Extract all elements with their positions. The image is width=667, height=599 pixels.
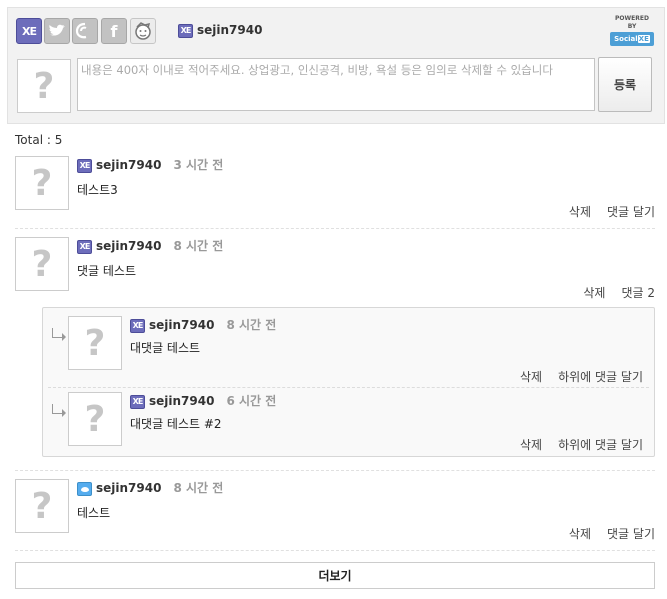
default-avatar-question-icon: ? (31, 162, 53, 204)
comment-time: 8 시간 전 (173, 239, 224, 253)
xe-login-icon[interactable]: XE (16, 18, 42, 44)
comment-item: ? sejin7940 8 시간 전 테스트 삭제 댓글 달기 (15, 479, 655, 551)
replies-container: ? XE sejin7940 8 시간 전 대댓글 테스트 삭제 하위에 댓글 달기 … (42, 307, 655, 457)
comment-actions: 삭제 댓글 달기 (553, 525, 655, 542)
reply-body: 대댓글 테스트 (130, 341, 201, 355)
xe-service-icon: XE (77, 158, 92, 173)
avatar: ? (68, 316, 122, 370)
comment-total-count: Total : 5 (15, 133, 63, 147)
twitter-bird-icon (49, 24, 65, 36)
comment-actions: 삭제 댓글 2 (567, 284, 655, 301)
facebook-login-icon[interactable]: f (101, 18, 127, 44)
twitter-login-icon[interactable] (44, 18, 70, 44)
default-avatar-question-icon: ? (31, 485, 53, 527)
comment-header: XE sejin7940 3 시간 전 (77, 156, 223, 173)
reply-header: XE sejin7940 8 시간 전 (130, 316, 276, 333)
comment-time: 8 시간 전 (173, 481, 224, 495)
comment-composer-panel: XE f XE sejin7940 POWERED BY SocialXE ? 등… (7, 7, 665, 124)
yozm-login-icon[interactable] (130, 18, 156, 44)
powered-by-label: POWERED BY (615, 15, 649, 30)
reply-item: ? XE sejin7940 6 시간 전 대댓글 테스트 #2 삭제 하위에 댓글 … (48, 392, 649, 452)
load-more-button[interactable]: 더보기 (15, 562, 655, 589)
reply-body: 대댓글 테스트 #2 (130, 417, 222, 431)
comment-item: ? XE sejin7940 3 시간 전 테스트3 삭제 댓글 달기 (15, 156, 655, 229)
reply-arrow-icon (52, 328, 66, 341)
powered-by-social-xe[interactable]: POWERED BY SocialXE (610, 15, 654, 46)
reply-comment-link[interactable]: 댓글 달기 (607, 205, 655, 219)
default-avatar-question-icon: ? (31, 243, 53, 285)
current-user-name: sejin7940 (197, 23, 263, 37)
comment-body: 테스트3 (77, 183, 118, 197)
default-avatar-question-icon: ? (33, 65, 55, 107)
sub-reply-link[interactable]: 하위에 댓글 달기 (558, 370, 643, 384)
delete-reply-link[interactable]: 삭제 (520, 438, 542, 452)
delete-reply-link[interactable]: 삭제 (520, 370, 542, 384)
reply-time: 6 시간 전 (226, 394, 277, 408)
comment-author[interactable]: sejin7940 (96, 481, 161, 495)
xe-service-icon: XE (130, 318, 145, 333)
xe-service-icon: XE (77, 239, 92, 254)
my-avatar: ? (17, 59, 71, 113)
current-user: XE sejin7940 (178, 23, 262, 38)
reply-item: ? XE sejin7940 8 시간 전 대댓글 테스트 삭제 하위에 댓글 달기 (48, 316, 649, 388)
reply-author[interactable]: sejin7940 (149, 394, 214, 408)
avatar: ? (15, 156, 69, 210)
comment-body: 댓글 테스트 (77, 264, 137, 278)
comment-author[interactable]: sejin7940 (96, 239, 161, 253)
reply-time: 8 시간 전 (226, 318, 277, 332)
comment-input[interactable] (77, 58, 595, 111)
reply-actions: 삭제 하위에 댓글 달기 (504, 368, 643, 385)
default-avatar-question-icon: ? (84, 322, 106, 364)
divider (15, 470, 655, 471)
replies-toggle-link[interactable]: 댓글 2 (621, 286, 655, 300)
comment-header: sejin7940 8 시간 전 (77, 479, 223, 496)
delete-comment-link[interactable]: 삭제 (569, 205, 591, 219)
submit-comment-button[interactable]: 등록 (598, 57, 652, 112)
comment-author[interactable]: sejin7940 (96, 158, 161, 172)
social-xe-logo: SocialXE (610, 32, 654, 46)
delete-comment-link[interactable]: 삭제 (569, 527, 591, 541)
me2day-icon (75, 22, 87, 39)
avatar: ? (68, 392, 122, 446)
default-avatar-question-icon: ? (84, 398, 106, 440)
xe-service-icon: XE (178, 23, 193, 38)
sub-reply-link[interactable]: 하위에 댓글 달기 (558, 438, 643, 452)
xe-service-icon: XE (130, 394, 145, 409)
delete-comment-link[interactable]: 삭제 (583, 286, 605, 300)
me2day-login-icon[interactable] (72, 18, 98, 44)
twitter-service-icon (77, 481, 92, 496)
reply-comment-link[interactable]: 댓글 달기 (607, 527, 655, 541)
comment-header: XE sejin7940 8 시간 전 (77, 237, 223, 254)
avatar: ? (15, 479, 69, 533)
reply-header: XE sejin7940 6 시간 전 (130, 392, 276, 409)
comment-item: ? XE sejin7940 8 시간 전 댓글 테스트 삭제 댓글 2 (15, 237, 655, 301)
yozm-face-icon (135, 22, 151, 40)
comment-body: 테스트 (77, 506, 111, 520)
comment-actions: 삭제 댓글 달기 (553, 203, 655, 220)
reply-author[interactable]: sejin7940 (149, 318, 214, 332)
reply-arrow-icon (52, 404, 66, 417)
avatar: ? (15, 237, 69, 291)
comment-time: 3 시간 전 (173, 158, 224, 172)
reply-actions: 삭제 하위에 댓글 달기 (504, 436, 643, 453)
